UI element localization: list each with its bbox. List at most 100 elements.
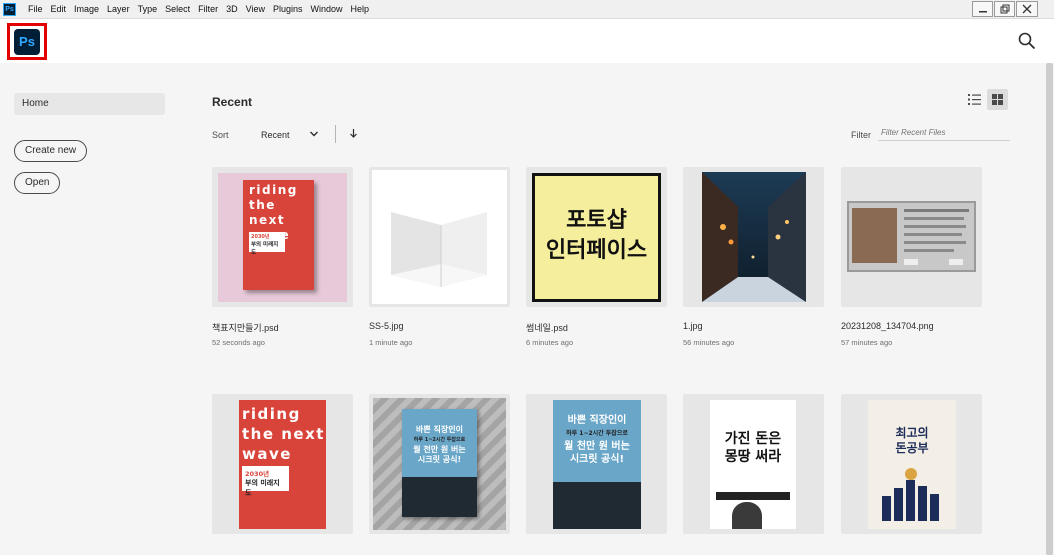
file-thumbnail[interactable]: riding the next wave 2030년 부의 미래지도 — [212, 394, 353, 534]
cover-title-line: 돈공부 — [895, 441, 929, 455]
cover-label: 2030년 부의 미래지도 — [242, 466, 289, 497]
cover-title-line: 월 천만 원 버는 — [413, 445, 466, 454]
file-thumbnail[interactable] — [841, 167, 982, 307]
menu-view[interactable]: View — [242, 0, 269, 19]
sort-label: Sort — [212, 130, 229, 140]
cover-title-line: 시크릿 공식! — [569, 454, 625, 465]
open-button[interactable]: Open — [14, 172, 61, 194]
restore-button[interactable] — [994, 1, 1015, 17]
corner-render — [391, 212, 487, 287]
book-cover: riding the next wave 2030년 부의 미래지도 — [243, 180, 314, 290]
menu-image[interactable]: Image — [70, 0, 103, 19]
sort-direction-icon[interactable] — [349, 128, 358, 139]
menu-3d[interactable]: 3D — [222, 0, 242, 19]
restore-icon — [1000, 4, 1009, 14]
view-toggle — [962, 89, 1008, 110]
file-time: 52 seconds ago — [212, 338, 265, 347]
cover-title-line: 시크릿 공식! — [417, 455, 462, 464]
menu-window[interactable]: Window — [307, 0, 347, 19]
cover-title-line: 월 천만 원 버는 — [564, 441, 630, 452]
cover-subtitle: 부의 미래지도 — [251, 242, 279, 256]
menu-select[interactable]: Select — [161, 0, 194, 19]
menu-items: File Edit Image Layer Type Select Filter… — [24, 0, 373, 19]
menu-help[interactable]: Help — [347, 0, 374, 19]
menu-type[interactable]: Type — [134, 0, 162, 19]
book-cover: 최고의 돈공부 — [868, 400, 956, 529]
file-thumbnail[interactable]: 포토샵 인터페이스 — [526, 167, 667, 307]
file-thumbnail[interactable]: 가진 돈은 몽땅 써라 — [683, 394, 824, 534]
cover-title-line: wave — [242, 445, 292, 463]
file-thumbnail[interactable] — [683, 167, 824, 307]
page-title: Recent — [212, 95, 253, 109]
menu-plugins[interactable]: Plugins — [269, 0, 307, 19]
minimize-icon — [978, 11, 987, 13]
cover-title-line: 몽땅 써라 — [724, 449, 782, 465]
filter-input[interactable] — [878, 125, 1010, 141]
photoshop-app-icon[interactable]: Ps — [3, 2, 16, 16]
menu-layer[interactable]: Layer — [103, 0, 134, 19]
cover-label: 2030년 부의 미래지도 — [249, 232, 285, 256]
cover-title-line: 최고의 — [895, 426, 929, 440]
file-thumbnail[interactable]: 최고의 돈공부 — [841, 394, 982, 534]
grid-view-button[interactable] — [987, 89, 1008, 110]
menu-file[interactable]: File — [24, 0, 47, 19]
cover-title-line: riding — [249, 183, 298, 197]
file-time: 57 minutes ago — [841, 338, 893, 347]
cover-title-line: 바쁜 직장인이 — [416, 425, 463, 434]
cover-illustration — [882, 468, 939, 521]
book-cover: 가진 돈은 몽땅 써라 — [710, 400, 796, 529]
file-thumbnail[interactable]: 바쁜 직장인이 하루 1~2시간 투잡으로 월 천만 원 버는 시크릿 공식! — [526, 394, 667, 534]
cover-year: 2030년 — [251, 234, 270, 240]
window-controls — [971, 1, 1038, 17]
menu-filter[interactable]: Filter — [194, 0, 222, 19]
grid-view-icon — [992, 94, 1003, 105]
night-street-photo — [702, 172, 806, 302]
cover-title-line: 하루 1~2시간 투잡으로 — [566, 430, 628, 437]
menu-edit[interactable]: Edit — [47, 0, 71, 19]
filter-label: Filter — [851, 130, 871, 140]
scrollbar-thumb[interactable] — [1046, 63, 1053, 555]
photoshop-logo[interactable]: Ps — [14, 28, 40, 55]
book-cover: 바쁜 직장인이 하루 1~2시간 투잡으로 월 천만 원 버는 시크릿 공식! — [402, 409, 477, 517]
file-time: 56 minutes ago — [683, 338, 735, 347]
cover-title-line: riding — [242, 405, 301, 423]
home-header: Ps — [0, 20, 1054, 63]
file-name: 썸네일.psd — [526, 323, 568, 333]
poster-line: 인터페이스 — [545, 238, 648, 263]
logo-highlight: Ps — [7, 23, 47, 60]
file-name: 20231208_134704.png — [841, 321, 934, 331]
search-button[interactable] — [1018, 32, 1036, 50]
divider — [335, 125, 336, 143]
cover-title-line: 바쁜 직장인이 — [567, 415, 627, 426]
file-name: 책표지만들기.psd — [212, 323, 279, 333]
cover-subtitle: 부의 미래지도 — [245, 479, 280, 497]
file-thumbnail[interactable] — [369, 167, 510, 307]
file-thumbnail[interactable]: riding the next wave 2030년 부의 미래지도 — [212, 167, 353, 307]
sort-filter-row: Sort Recent Filter — [212, 125, 1012, 143]
cover-title-line: 가진 돈은 — [724, 431, 782, 447]
recent-files-panel: Recent Sort Recent Filter Filter Recent … — [212, 63, 1012, 555]
chevron-down-icon[interactable] — [309, 129, 319, 139]
cover-title-line: the next — [249, 198, 286, 227]
cover-title-line: 하루 1~2시간 투잡으로 — [413, 437, 466, 443]
close-icon — [1022, 4, 1032, 14]
poster-line: 포토샵 — [566, 208, 627, 233]
file-time: 1 minute ago — [369, 338, 413, 347]
list-view-button[interactable] — [964, 89, 985, 110]
screenshot-preview — [847, 201, 976, 272]
menu-bar: Ps File Edit Image Layer Type Select Fil… — [0, 0, 1054, 19]
sidebar-item-home[interactable]: Home — [14, 93, 165, 115]
close-button[interactable] — [1016, 1, 1038, 17]
book-cover: riding the next wave 2030년 부의 미래지도 — [239, 400, 326, 529]
thumbnail-poster: 포토샵 인터페이스 — [532, 173, 661, 302]
file-name: 1.jpg — [683, 321, 703, 331]
sort-dropdown[interactable]: Recent — [261, 130, 290, 140]
book-cover: 바쁜 직장인이 하루 1~2시간 투잡으로 월 천만 원 버는 시크릿 공식! — [553, 400, 641, 529]
search-icon — [1018, 32, 1036, 50]
scrollbar[interactable] — [1044, 63, 1054, 555]
cover-title-line: the next — [242, 425, 325, 443]
create-new-button[interactable]: Create new — [14, 140, 88, 162]
minimize-button[interactable] — [972, 1, 993, 17]
home-workspace: Home Create new Open Recent Sort Recent … — [0, 63, 1054, 555]
file-thumbnail[interactable]: 바쁜 직장인이 하루 1~2시간 투잡으로 월 천만 원 버는 시크릿 공식! — [369, 394, 510, 534]
